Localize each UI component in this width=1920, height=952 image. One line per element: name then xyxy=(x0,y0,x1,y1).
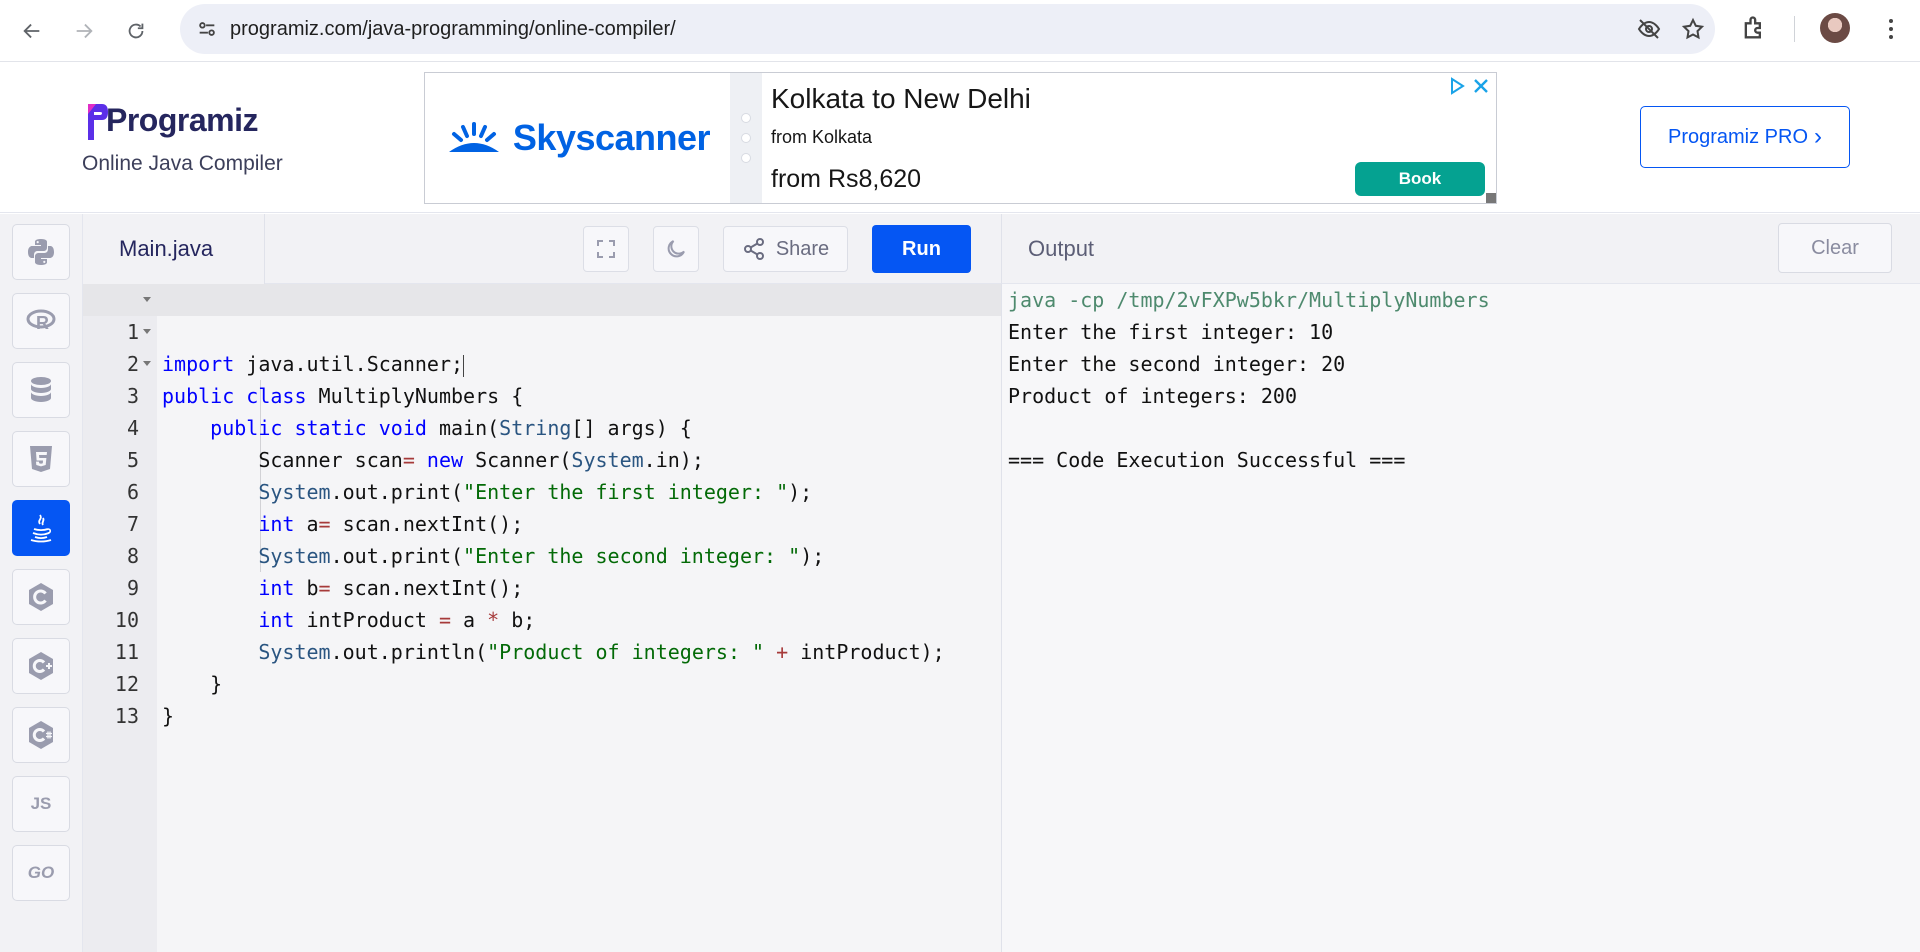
star-icon[interactable] xyxy=(1681,17,1705,41)
dark-mode-button[interactable] xyxy=(653,226,699,272)
pro-button-label: Programiz PRO xyxy=(1667,125,1809,148)
python-icon[interactable] xyxy=(12,224,70,280)
code-line[interactable]: 2 public class MultiplyNumbers { xyxy=(83,316,1001,408)
code-line[interactable]: 6 int a= scan.nextInt(); xyxy=(83,444,1001,536)
eye-off-icon[interactable] xyxy=(1637,17,1661,41)
ad-book-button[interactable]: Book xyxy=(1355,162,1485,196)
avatar[interactable] xyxy=(1820,13,1850,43)
code-line[interactable]: 12 } xyxy=(83,636,1001,728)
output-line: java -cp /tmp/2vFXPw5bkr/MultiplyNumbers xyxy=(1008,288,1490,312)
programiz-logo[interactable]: Programiz xyxy=(84,100,258,140)
fold-arrow-icon[interactable] xyxy=(143,361,151,366)
r-icon[interactable]: R xyxy=(12,293,70,349)
language-sidebar: R JS GO xyxy=(0,214,83,952)
close-icon[interactable] xyxy=(1472,77,1490,95)
csharp-icon[interactable] xyxy=(12,707,70,763)
code-line[interactable]: 10 System.out.println("Product of intege… xyxy=(83,572,1001,664)
line-number: 13 xyxy=(114,704,139,728)
arrow-right-icon xyxy=(76,23,93,38)
js-icon[interactable]: JS xyxy=(12,776,70,832)
chevron-right-icon: › xyxy=(1814,123,1823,150)
site-header: Programiz Online Java Compiler Skyscanne… xyxy=(0,62,1920,213)
code-line[interactable]: 4 Scanner scan= new Scanner(System.in); xyxy=(83,380,1001,472)
run-button[interactable]: Run xyxy=(872,225,971,273)
code-line[interactable]: 7 System.out.print("Enter the second int… xyxy=(83,476,1001,568)
skyscanner-sun-icon xyxy=(448,122,499,152)
share-button[interactable]: Share xyxy=(723,226,848,272)
fold-arrow-icon[interactable] xyxy=(143,329,151,334)
cpp-icon[interactable] xyxy=(12,638,70,694)
ad-title[interactable]: Kolkata to New Delhi xyxy=(771,83,1031,115)
output-header: Output Clear xyxy=(1001,214,1920,284)
code-editor[interactable]: 1 import java.util.Scanner; 2 public cla… xyxy=(83,284,1001,952)
ad-carousel-dots[interactable] xyxy=(730,73,762,203)
logo-mark-icon xyxy=(84,100,108,140)
advertisement-banner[interactable]: Skyscanner Kolkata to New Delhi from Kol… xyxy=(424,72,1497,204)
code-line[interactable]: 9 int intProduct = a * b; xyxy=(83,540,1001,632)
moon-icon xyxy=(667,240,685,258)
site-settings-icon[interactable] xyxy=(192,14,222,44)
fullscreen-button[interactable] xyxy=(583,226,629,272)
c-icon[interactable] xyxy=(12,569,70,625)
output-title: Output xyxy=(1028,236,1095,261)
go-icon[interactable]: GO xyxy=(12,845,70,901)
ad-price: from Rs8,620 xyxy=(771,165,922,193)
share-icon xyxy=(743,238,764,260)
url-text[interactable]: programiz.com/java-programming/online-co… xyxy=(230,18,676,41)
html5-icon[interactable] xyxy=(12,431,70,487)
reload-button[interactable] xyxy=(116,11,156,51)
code-line[interactable]: 13 xyxy=(83,668,1001,728)
output-line: === Code Execution Successful === xyxy=(1008,448,1406,472)
programiz-pro-button[interactable]: Programiz PRO › xyxy=(1640,106,1850,168)
ad-brand-text: Skyscanner xyxy=(512,117,711,158)
fold-arrow-icon[interactable] xyxy=(143,297,151,302)
browser-menu-icon[interactable] xyxy=(1876,14,1906,44)
code-line[interactable]: 8 int b= scan.nextInt(); xyxy=(83,508,1001,600)
arrow-left-icon xyxy=(23,23,40,38)
code-line[interactable]: 5 System.out.print("Enter the first inte… xyxy=(83,412,1001,504)
ad-resize-handle xyxy=(1486,193,1496,203)
reload-icon xyxy=(128,23,144,38)
output-line: Enter the first integer: 10 xyxy=(1008,320,1334,344)
browser-toolbar: programiz.com/java-programming/online-co… xyxy=(0,0,1920,62)
expand-icon xyxy=(597,240,615,258)
address-bar[interactable]: programiz.com/java-programming/online-co… xyxy=(180,4,1715,54)
output-console[interactable]: java -cp /tmp/2vFXPw5bkr/MultiplyNumbers… xyxy=(1001,284,1920,952)
adchoices-icon[interactable] xyxy=(1448,77,1466,95)
code-line[interactable]: 3 public static void main(String[] args)… xyxy=(83,348,1001,440)
page-subtitle: Online Java Compiler xyxy=(82,152,283,175)
file-tab[interactable]: Main.java xyxy=(83,214,265,284)
js-label: JS xyxy=(30,794,52,813)
editor-toolbar: Main.java Share Run xyxy=(83,214,1001,284)
back-button[interactable] xyxy=(12,11,52,51)
extensions-icon[interactable] xyxy=(1740,14,1770,44)
clear-button[interactable]: Clear xyxy=(1778,223,1892,273)
java-icon[interactable] xyxy=(12,500,70,556)
logo-text: Programiz xyxy=(106,101,258,138)
output-line: Product of integers: 200 xyxy=(1008,384,1297,408)
toolbar-divider xyxy=(1794,16,1795,42)
sql-icon[interactable] xyxy=(12,362,70,418)
svg-text:R: R xyxy=(36,313,49,333)
ad-brand[interactable]: Skyscanner xyxy=(425,73,730,203)
share-label: Share xyxy=(775,237,830,260)
output-line: Enter the second integer: 20 xyxy=(1008,352,1346,376)
forward-button[interactable] xyxy=(64,11,104,51)
ad-origin: from Kolkata xyxy=(771,127,873,147)
code-line[interactable]: 11 } xyxy=(83,604,1001,696)
code-line[interactable]: 1 import java.util.Scanner; xyxy=(83,284,1001,377)
go-label: GO xyxy=(27,863,55,882)
